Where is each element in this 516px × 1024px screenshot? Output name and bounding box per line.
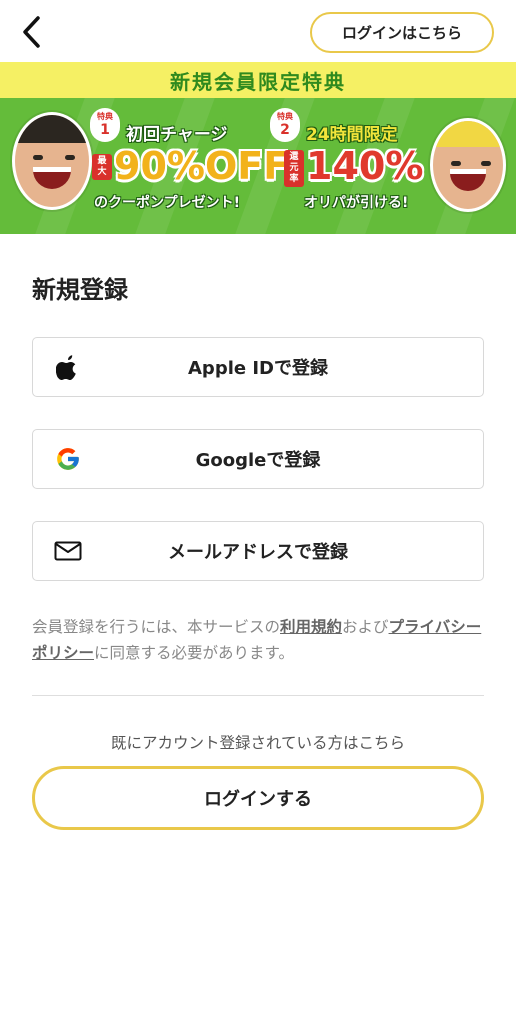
benefit2-big: 140% — [306, 144, 424, 188]
banner-headline: 新規会員限定特典 — [0, 62, 516, 98]
section-title: 新規登録 — [32, 276, 128, 304]
email-register-label: メールアドレスで登録 — [168, 542, 348, 563]
benefit2-badge: 特典 2 — [270, 108, 300, 142]
benefit1-title: 初回チャージ — [126, 125, 228, 145]
promo-banner[interactable]: 特典 1 初回チャージ 最大 90%OFF のクーポンプレゼント! 特典 2 2… — [0, 98, 516, 234]
back-button[interactable] — [14, 12, 50, 52]
apple-register-label: Apple IDで登録 — [188, 358, 328, 379]
terms-suffix: に同意する必要があります。 — [94, 644, 294, 662]
terms-notice: 会員登録を行うには、本サービスの利用規約およびプライバシーポリシーに同意する必要… — [32, 614, 488, 666]
promo-person-left-image — [12, 112, 92, 210]
email-register-button[interactable]: メールアドレスで登録 — [32, 521, 484, 581]
google-register-button[interactable]: Googleで登録 — [32, 429, 484, 489]
google-register-label: Googleで登録 — [195, 450, 321, 471]
existing-account-text: 既にアカウント登録されている方はこちら — [110, 734, 406, 752]
login-button[interactable]: ログインする — [32, 766, 484, 830]
benefit2-tag: 還元率 — [284, 150, 304, 187]
chevron-left-icon — [23, 16, 40, 48]
benefit1-tag: 最大 — [92, 154, 112, 180]
benefit1-sub: のクーポンプレゼント! — [94, 195, 240, 211]
login-link-button[interactable]: ログインはこちら — [310, 12, 494, 53]
top-bar: ログインはこちら — [0, 0, 516, 62]
benefit2-sub: オリパが引ける! — [304, 195, 409, 211]
benefit1-big: 90%OFF — [114, 144, 290, 188]
apple-icon — [53, 352, 83, 382]
terms-of-use-link[interactable]: 利用規約 — [280, 618, 342, 636]
google-icon — [53, 444, 83, 474]
terms-middle: および — [342, 618, 389, 636]
mail-icon — [53, 536, 83, 566]
promo-person-right-image — [430, 118, 506, 212]
terms-prefix: 会員登録を行うには、本サービスの — [32, 618, 281, 636]
benefit1-badge: 特典 1 — [90, 108, 120, 142]
benefit2-title: 24時間限定 — [306, 125, 398, 145]
apple-register-button[interactable]: Apple IDで登録 — [32, 337, 484, 397]
divider — [32, 695, 484, 696]
